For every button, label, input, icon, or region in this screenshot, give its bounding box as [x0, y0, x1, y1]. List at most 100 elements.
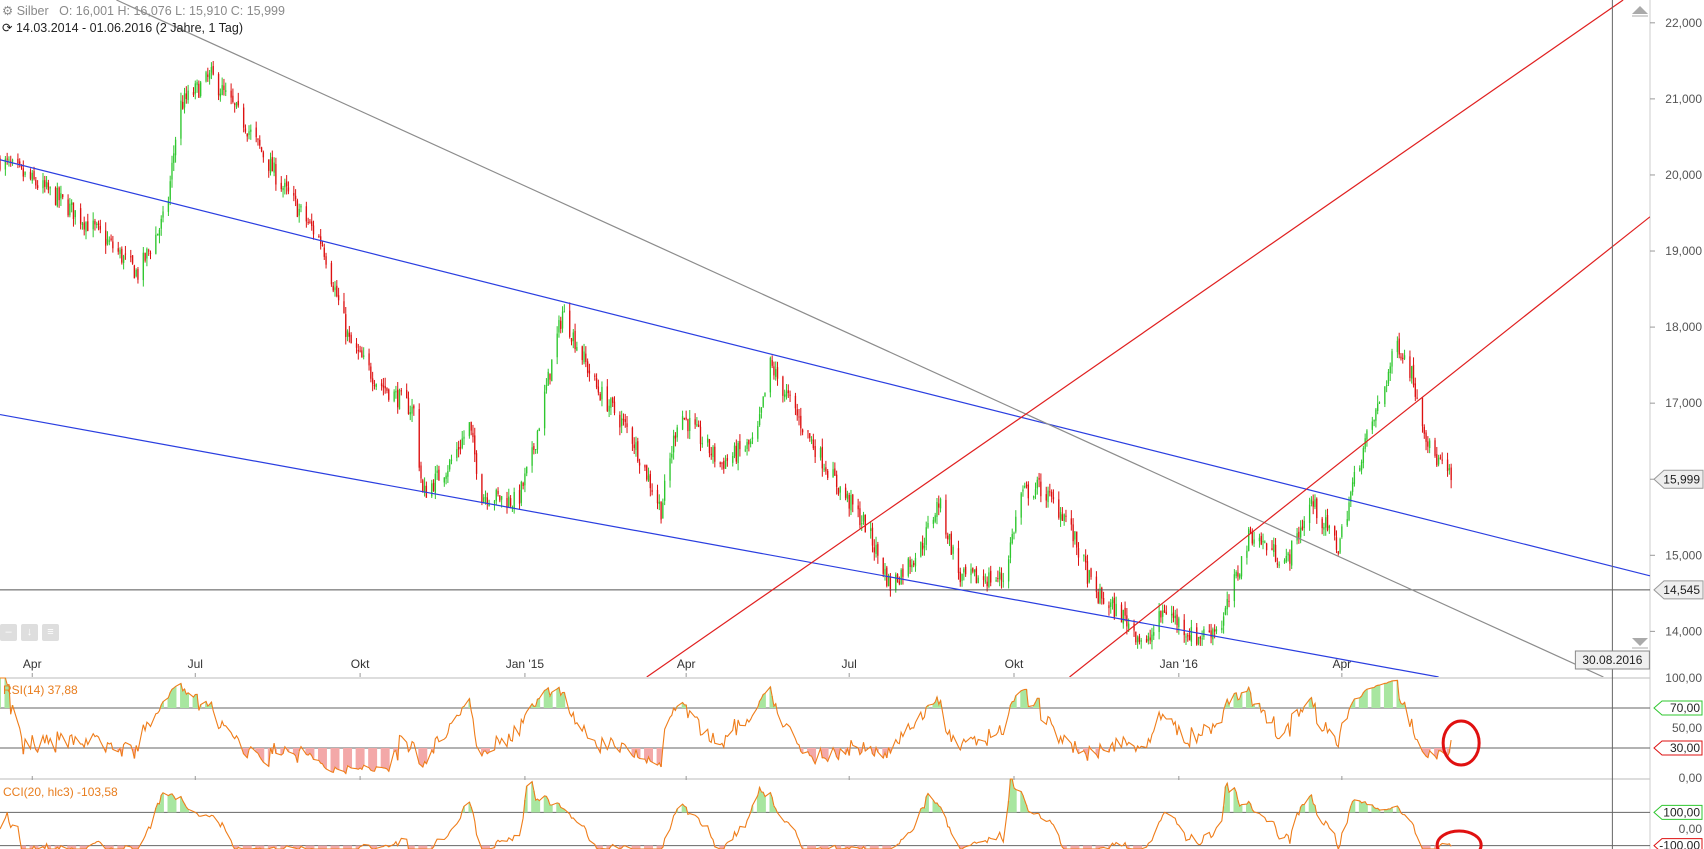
candle-body [29, 171, 32, 179]
candle-body [1099, 588, 1101, 604]
candle-body [336, 285, 338, 297]
candle-body [518, 490, 521, 504]
candle-body [221, 85, 223, 95]
candle-body [1187, 635, 1189, 637]
candle-body [1437, 457, 1440, 465]
zoom-out-icon[interactable]: – [0, 624, 17, 641]
candle-body [1316, 498, 1318, 519]
candle-body [54, 187, 57, 205]
candle-body [1308, 504, 1311, 523]
candle-body [1185, 636, 1187, 638]
candle-body [882, 557, 884, 574]
candle-body [545, 385, 548, 391]
candle-body [782, 376, 784, 396]
candle-body [613, 401, 616, 414]
x-axis-tick-label: Jan '16 [1160, 657, 1199, 671]
candle-body [706, 438, 709, 443]
candle-body [1314, 499, 1316, 507]
period-icon[interactable]: ⟳ [2, 21, 12, 35]
candle-body [133, 265, 136, 279]
candle-body [549, 373, 551, 380]
candle-body [932, 519, 935, 524]
candle-body [137, 269, 139, 280]
candle-body [1000, 573, 1003, 581]
candle-body [162, 211, 164, 218]
candle-body [873, 547, 875, 553]
candle-body [393, 391, 395, 402]
settings-icon[interactable]: ⚙ [2, 4, 13, 18]
candle-body [1153, 632, 1155, 636]
candle-body [638, 462, 641, 466]
trendline [1069, 216, 1650, 677]
candle-body [500, 496, 503, 500]
candle-body [622, 419, 625, 421]
candle-body [787, 390, 789, 394]
candle-body [368, 353, 370, 366]
candle-body [92, 220, 94, 230]
candle-body [751, 437, 754, 440]
candle-body [1276, 563, 1279, 565]
candle-body [714, 446, 716, 462]
candle-body [672, 435, 675, 453]
candle-body [1140, 640, 1142, 642]
y-axis-tick-label: 15,000 [1665, 548, 1702, 562]
candle-body [1441, 459, 1443, 461]
candle-body [536, 431, 539, 450]
candle-body [33, 171, 35, 180]
candle-body [723, 461, 725, 469]
candle-body [493, 501, 496, 503]
candle-body [669, 458, 671, 481]
candle-body [334, 287, 336, 291]
candle-body [198, 83, 200, 98]
chart-canvas[interactable]: 14,00015,00016,00017,00018,00019,00020,0… [0, 0, 1704, 849]
candle-body [192, 92, 195, 96]
candle-body [1337, 551, 1339, 554]
candle-body [1034, 489, 1037, 495]
trendline [116, 0, 1604, 677]
candle-body [447, 471, 449, 477]
candle-body [534, 449, 537, 451]
candle-body [199, 82, 202, 96]
candle-body [1065, 515, 1067, 517]
menu-icon[interactable]: ≡ [42, 624, 59, 641]
candle-body [1183, 619, 1185, 636]
candle-body [1375, 409, 1377, 421]
candle-body [255, 127, 257, 138]
candle-body [70, 202, 73, 205]
candle-body [1158, 611, 1160, 632]
candle-body [1310, 499, 1313, 504]
candle-body [538, 428, 540, 431]
candle-body [1391, 351, 1393, 367]
candle-body [1416, 397, 1418, 399]
candle-body [135, 269, 137, 277]
candle-body [1226, 598, 1228, 610]
candle-body [911, 564, 913, 568]
y-axis-tick-label: 18,000 [1665, 320, 1702, 334]
rsi-oversold-fill [22, 748, 1451, 774]
candle-body [576, 347, 578, 351]
candle-body [131, 255, 134, 264]
candle-body [986, 581, 988, 587]
candle-body [1058, 499, 1060, 518]
cci-level-100-tag: 100,00 [1663, 805, 1700, 819]
trendlines [0, 0, 1650, 677]
candle-body [250, 129, 252, 132]
candle-body [608, 405, 610, 412]
candle-body [1271, 548, 1273, 551]
candle-body [1353, 471, 1356, 484]
rsi-highlight-circle [1441, 719, 1481, 767]
candle-body [699, 426, 702, 444]
candle-body [359, 350, 361, 352]
candle-body [235, 102, 238, 107]
candle-body [735, 445, 737, 462]
candle-body [121, 248, 123, 263]
candle-body [1246, 550, 1248, 558]
candle-body [280, 182, 282, 190]
candle-body [558, 320, 560, 333]
candle-body [438, 469, 440, 481]
candle-body [409, 412, 411, 415]
candle-body [1113, 597, 1116, 617]
candle-body [1411, 366, 1413, 379]
candle-body [1176, 614, 1178, 626]
scroll-down-icon[interactable]: ↓ [21, 624, 38, 641]
